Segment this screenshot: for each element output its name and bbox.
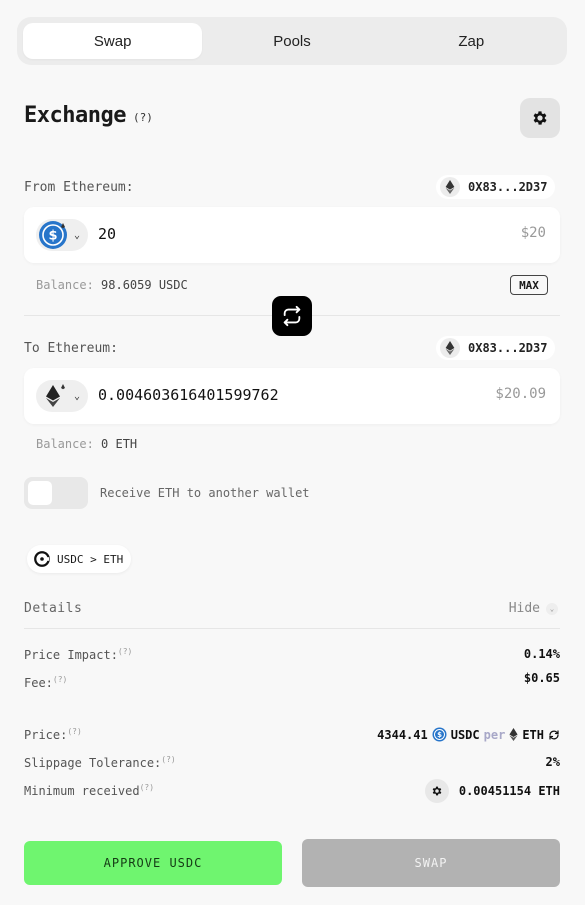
chevron-down-icon: ⌄ — [74, 390, 81, 402]
route-text: USDC > ETH — [57, 552, 124, 566]
price-value: 4344.41 $ USDC per ETH — [377, 727, 560, 742]
swap-button[interactable]: SWAP — [302, 839, 560, 887]
from-balance: Balance: 98.6059 USDC — [36, 278, 188, 292]
to-network-label: To Ethereum: — [24, 341, 118, 356]
chevron-down-icon: ⌄ — [74, 229, 81, 241]
from-address-pill[interactable]: 0X83...2D37 — [436, 175, 556, 199]
help-tooltip-trigger[interactable]: (?) — [53, 675, 67, 684]
fee-label: Fee:(?) — [24, 675, 68, 690]
help-tooltip-trigger[interactable]: (?) — [67, 727, 81, 736]
gear-icon — [424, 779, 449, 803]
route-badge[interactable]: USDC > ETH — [27, 545, 132, 573]
details-heading: Details — [24, 601, 83, 616]
approve-usdc-button[interactable]: APPROVE USDC — [24, 841, 282, 885]
swap-arrows-icon — [281, 305, 303, 327]
price-impact-label: Price Impact:(?) — [24, 647, 133, 662]
to-balance: Balance: 0 ETH — [36, 437, 137, 451]
from-amount-input[interactable]: 20 — [98, 225, 116, 243]
from-token-selector[interactable]: $ ⌄ — [36, 219, 88, 251]
tab-swap[interactable]: Swap — [23, 23, 203, 59]
to-amount-input[interactable]: 0.004603616401599762 — [98, 386, 279, 404]
to-address-pill[interactable]: 0X83...2D37 — [436, 336, 556, 360]
to-address: 0X83...2D37 — [468, 341, 548, 355]
price-quote-token: ETH — [522, 727, 544, 742]
details-divider — [24, 628, 560, 629]
minimum-received-value: 0.00451154 ETH — [424, 779, 560, 803]
switch-direction-button[interactable] — [272, 296, 312, 336]
balance-value: 98.6059 USDC — [101, 278, 188, 292]
balance-value: 0 ETH — [101, 437, 138, 451]
tab-bar: Swap Pools Zap — [17, 17, 567, 65]
eth-icon — [440, 338, 460, 358]
to-input-box: ⌄ 0.004603616401599762 $20.09 — [24, 368, 560, 424]
price-base-token: USDC — [450, 727, 480, 742]
balance-label: Balance: — [36, 278, 94, 292]
hide-label: Hide — [508, 601, 540, 616]
max-button[interactable]: MAX — [510, 275, 548, 295]
svg-text:$: $ — [48, 229, 57, 244]
tab-pools[interactable]: Pools — [202, 23, 381, 59]
to-token-selector[interactable]: ⌄ — [36, 380, 88, 412]
eth-icon — [509, 728, 518, 741]
usdc-icon: $ — [38, 220, 68, 250]
toggle-knob — [28, 481, 52, 505]
svg-text:$: $ — [437, 731, 442, 739]
usdc-icon: $ — [432, 727, 447, 742]
minimum-received-label: Minimum received(?) — [24, 783, 155, 798]
fee-value: $0.65 — [523, 671, 560, 685]
chevron-down-icon: ⌄ — [546, 602, 558, 615]
help-tooltip-trigger[interactable]: (?) — [140, 783, 154, 792]
price-per: per — [483, 727, 506, 742]
from-input-box: $ ⌄ 20 $20 — [24, 207, 560, 263]
eth-icon — [440, 177, 460, 197]
from-network-label: From Ethereum: — [24, 180, 134, 195]
hide-details-button[interactable]: Hide ⌄ — [509, 601, 558, 616]
toggle-label: Receive ETH to another wallet — [100, 486, 310, 500]
balance-label: Balance: — [36, 437, 94, 451]
price-impact-value: 0.14% — [523, 647, 560, 661]
from-usd-value: $20 — [520, 225, 546, 241]
help-tooltip-trigger[interactable]: (?) — [133, 111, 153, 124]
route-icon — [33, 550, 51, 568]
tab-zap[interactable]: Zap — [382, 23, 561, 59]
help-tooltip-trigger[interactable]: (?) — [161, 755, 175, 764]
eth-icon — [38, 381, 68, 411]
help-tooltip-trigger[interactable]: (?) — [118, 647, 132, 656]
to-usd-value: $20.09 — [495, 386, 546, 402]
price-label: Price:(?) — [24, 727, 82, 742]
price-amount: 4344.41 — [377, 727, 428, 742]
from-address: 0X83...2D37 — [468, 180, 548, 194]
slippage-value: 2% — [545, 755, 560, 769]
settings-button[interactable] — [520, 98, 560, 138]
invert-price-icon[interactable] — [548, 729, 560, 741]
gear-icon — [531, 109, 549, 127]
slippage-label: Slippage Tolerance:(?) — [24, 755, 176, 770]
receive-other-wallet-toggle[interactable] — [24, 477, 88, 509]
page-title: Exchange — [24, 103, 126, 128]
